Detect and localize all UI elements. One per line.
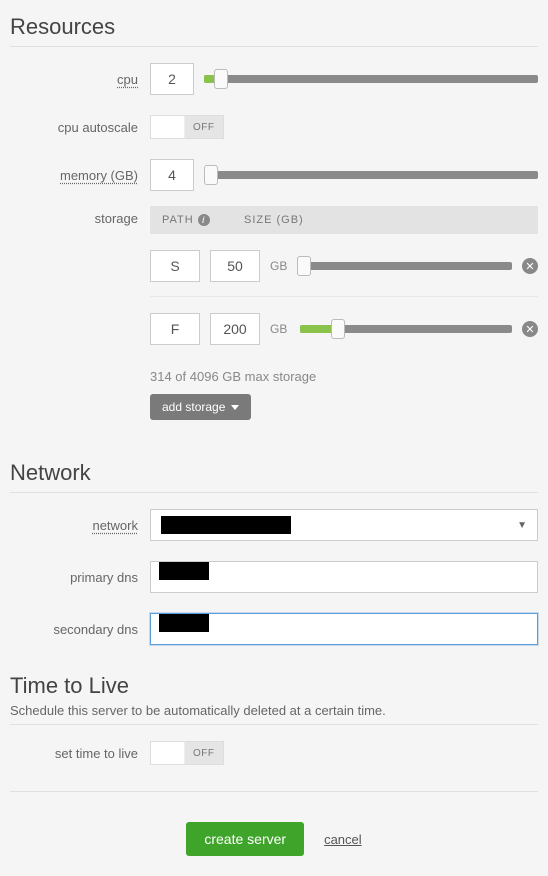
storage-path-input[interactable] — [150, 250, 200, 282]
section-title-resources: Resources — [10, 14, 538, 40]
storage-unit: GB — [270, 259, 290, 273]
label-set-ttl: set time to live — [10, 746, 150, 761]
label-secondary-dns: secondary dns — [10, 622, 150, 637]
section-title-network: Network — [10, 460, 538, 486]
network-select[interactable]: ▼ — [150, 509, 538, 541]
cancel-link[interactable]: cancel — [324, 832, 362, 847]
divider — [10, 46, 538, 47]
redacted-value — [159, 562, 209, 580]
ttl-description: Schedule this server to be automatically… — [10, 703, 538, 718]
divider — [10, 724, 538, 725]
storage-usage-note: 314 of 4096 GB max storage — [150, 369, 538, 384]
section-title-ttl: Time to Live — [10, 673, 538, 699]
storage-size-input[interactable] — [210, 250, 260, 282]
label-storage: storage — [10, 211, 150, 226]
storage-row: GB ✕ — [150, 313, 538, 359]
divider — [10, 492, 538, 493]
label-memory: memory (GB) — [10, 168, 150, 183]
label-cpu-autoscale: cpu autoscale — [10, 120, 150, 135]
storage-path-input[interactable] — [150, 313, 200, 345]
storage-header: PATH i SIZE (GB) — [150, 206, 538, 234]
cpu-autoscale-toggle[interactable]: OFF — [150, 115, 224, 139]
caret-down-icon — [231, 405, 239, 410]
info-icon[interactable]: i — [198, 214, 210, 226]
cpu-input[interactable] — [150, 63, 194, 95]
divider — [10, 791, 538, 792]
primary-dns-input[interactable] — [150, 561, 538, 593]
label-network: network — [10, 518, 150, 533]
storage-slider[interactable] — [300, 260, 512, 272]
cpu-slider[interactable] — [204, 73, 538, 85]
storage-slider[interactable] — [300, 323, 512, 335]
remove-icon[interactable]: ✕ — [522, 258, 538, 274]
ttl-toggle[interactable]: OFF — [150, 741, 224, 765]
add-storage-button[interactable]: add storage — [150, 394, 251, 420]
redacted-value — [161, 516, 291, 534]
label-cpu: cpu — [10, 72, 150, 87]
storage-row: GB ✕ — [150, 250, 538, 297]
label-primary-dns: primary dns — [10, 570, 150, 585]
redacted-value — [159, 614, 209, 632]
memory-slider[interactable] — [204, 169, 538, 181]
chevron-down-icon: ▼ — [517, 520, 527, 531]
memory-input[interactable] — [150, 159, 194, 191]
secondary-dns-input[interactable] — [150, 613, 538, 645]
create-server-button[interactable]: create server — [186, 822, 304, 856]
remove-icon[interactable]: ✕ — [522, 321, 538, 337]
storage-size-input[interactable] — [210, 313, 260, 345]
storage-unit: GB — [270, 322, 290, 336]
